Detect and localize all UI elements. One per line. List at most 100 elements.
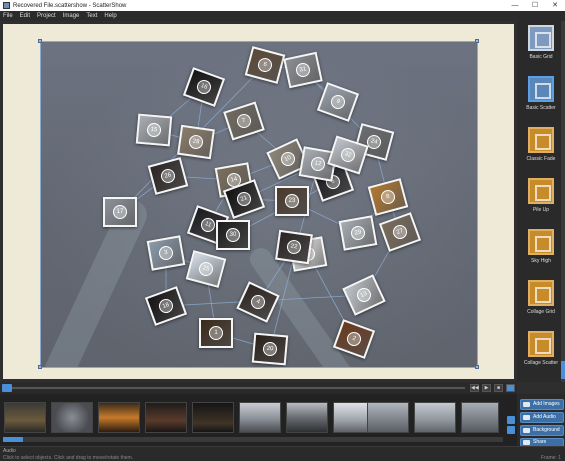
film-thumbnail[interactable]	[98, 402, 140, 433]
film-thumbnail[interactable]	[286, 402, 328, 433]
photo-tile[interactable]: 15	[135, 113, 173, 147]
tile-number: 23	[285, 194, 299, 208]
photo-tile[interactable]: 29	[338, 215, 378, 251]
template-basic-scatter[interactable]: Basic Scatter	[521, 76, 561, 111]
window-controls: — ☐ ✕	[505, 0, 565, 11]
timeline-playhead[interactable]	[2, 384, 12, 392]
film-thumbnail[interactable]	[461, 402, 499, 433]
template-thumbnail	[528, 178, 554, 204]
template-collage-scatter[interactable]: Collage Scatter	[521, 331, 561, 366]
tile-number: 12	[309, 155, 327, 173]
template-thumbnail	[528, 127, 554, 153]
tile-number: 16	[195, 78, 213, 96]
stop-button[interactable]: ■	[494, 384, 503, 392]
template-sky-high[interactable]: Sky High	[521, 229, 561, 264]
window-title: Recovered File.scattershow - ScatterShow	[13, 2, 127, 9]
template-label: Classic Fade	[526, 156, 556, 162]
action-panel: Add Images Add Audio Background Share	[517, 394, 565, 447]
background-photo[interactable]: 1234567891011121314151617181920212223242…	[40, 41, 478, 368]
film-thumbnail[interactable]	[414, 402, 456, 433]
tile-number: 1	[209, 326, 223, 340]
template-thumbnail	[528, 280, 554, 306]
share-label: Share	[533, 439, 547, 445]
template-label: Basic Scatter	[526, 105, 556, 111]
template-scroll-thumb[interactable]	[561, 361, 565, 379]
tile-number: 13	[354, 285, 374, 305]
resize-handle[interactable]	[38, 365, 42, 369]
tile-number: 20	[262, 341, 278, 357]
status-hint: Click to select objects. Click and drag …	[3, 455, 134, 461]
template-label: Sky High	[530, 258, 551, 264]
close-button[interactable]: ✕	[545, 0, 565, 11]
photo-tile[interactable]: 1	[199, 318, 233, 348]
photo-tile[interactable]: 30	[216, 220, 250, 250]
tile-number: 11	[199, 216, 217, 234]
app-window: Recovered File.scattershow - ScatterShow…	[0, 0, 565, 461]
menu-help[interactable]: Help	[104, 13, 116, 19]
photo-tile[interactable]: 17	[103, 197, 137, 227]
template-label: Basic Grid	[529, 54, 553, 60]
tile-number: 15	[146, 122, 162, 138]
template-thumbnail	[528, 25, 554, 51]
timeline-track[interactable]	[3, 387, 465, 389]
loop-button[interactable]	[506, 384, 515, 392]
film-down-button[interactable]	[507, 426, 515, 434]
filmstrip-scroll-thumb[interactable]	[3, 437, 23, 442]
template-collage-grid[interactable]: Collage Grid	[521, 280, 561, 315]
play-button[interactable]: ▶	[482, 384, 491, 392]
tile-number: 18	[157, 297, 175, 315]
resize-handle[interactable]	[475, 39, 479, 43]
title-bar: Recovered File.scattershow - ScatterShow…	[0, 0, 565, 11]
template-thumbnail	[528, 76, 554, 102]
template-classic-fade[interactable]: Classic Fade	[521, 127, 561, 162]
canvas[interactable]: 1234567891011121314151617181920212223242…	[3, 24, 514, 379]
tile-number: 29	[349, 224, 367, 242]
resize-handle[interactable]	[475, 365, 479, 369]
menu-project[interactable]: Project	[37, 13, 56, 19]
rewind-button[interactable]: ◀◀	[470, 384, 479, 392]
image-icon	[523, 402, 530, 407]
template-basic-grid[interactable]: Basic Grid	[521, 25, 561, 60]
menu-text[interactable]: Text	[86, 13, 97, 19]
template-panel: Basic Grid Basic Scatter Classic Fade Pi…	[517, 21, 565, 382]
film-thumbnail[interactable]	[192, 402, 234, 433]
menu-image[interactable]: Image	[63, 13, 80, 19]
app-icon	[3, 2, 10, 9]
tile-number: 6	[256, 56, 274, 74]
tile-number: 26	[159, 167, 177, 185]
tile-number: 3	[157, 244, 175, 262]
template-label: Collage Grid	[527, 309, 555, 315]
film-thumbnail[interactable]	[4, 402, 46, 433]
photo-tile[interactable]: 23	[275, 186, 309, 216]
tile-number: 27	[391, 223, 409, 241]
photo-tile[interactable]: 28	[177, 124, 215, 160]
resize-handle[interactable]	[38, 39, 42, 43]
tile-number: 31	[294, 61, 312, 79]
audio-track-label: Audio	[3, 448, 16, 454]
minimize-button[interactable]: —	[505, 0, 525, 11]
film-thumbnail[interactable]	[367, 402, 409, 433]
film-thumbnail[interactable]	[51, 402, 93, 433]
filmstrip	[0, 394, 517, 446]
menu-edit[interactable]: Edit	[20, 13, 30, 19]
template-thumbnail	[528, 331, 554, 357]
film-thumbnail[interactable]	[239, 402, 281, 433]
photo-tile[interactable]: 20	[251, 332, 289, 366]
template-pile-up[interactable]: Pile Up	[521, 178, 561, 213]
photo-tile[interactable]: 22	[275, 229, 313, 265]
maximize-button[interactable]: ☐	[525, 0, 545, 11]
background-icon	[523, 428, 530, 433]
film-thumbnail[interactable]	[145, 402, 187, 433]
template-scrollbar[interactable]	[561, 21, 565, 382]
share-icon	[523, 440, 530, 445]
photo-tile[interactable]: 3	[146, 235, 186, 271]
frame-counter: Frame: 1	[540, 455, 561, 461]
add-audio-button[interactable]: Add Audio	[520, 412, 564, 423]
filmstrip-scrollbar[interactable]	[3, 437, 503, 442]
film-up-button[interactable]	[507, 416, 515, 424]
background-button[interactable]: Background	[520, 425, 564, 436]
workspace: 1234567891011121314151617181920212223242…	[0, 21, 517, 382]
menu-file[interactable]: File	[3, 13, 13, 19]
add-images-button[interactable]: Add Images	[520, 399, 564, 410]
timeline: ◀◀ ▶ ■	[0, 382, 517, 394]
